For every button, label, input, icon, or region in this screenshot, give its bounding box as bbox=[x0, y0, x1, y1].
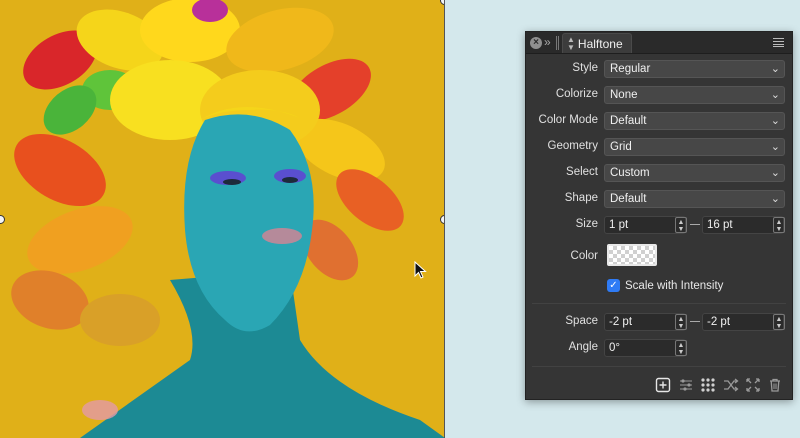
size-max-input[interactable]: 16 pt bbox=[702, 216, 784, 234]
color-mode-label: Color Mode bbox=[538, 114, 598, 126]
geometry-value: Grid bbox=[610, 141, 632, 153]
shape-label: Shape bbox=[564, 192, 598, 204]
space-x-input[interactable]: -2 pt bbox=[604, 313, 686, 331]
angle-label: Angle bbox=[568, 341, 598, 353]
select-value: Custom bbox=[610, 167, 650, 179]
size-min-stepper[interactable]: ▲ ▼ bbox=[675, 217, 687, 233]
select-row: Select Custom ⌄ bbox=[526, 164, 792, 182]
color-mode-dropdown[interactable]: Default ⌄ bbox=[604, 112, 785, 130]
size-min-value: 1 pt bbox=[609, 219, 629, 231]
scale-with-intensity-checkbox[interactable]: ✓ bbox=[607, 279, 620, 292]
chevron-down-icon: ⌄ bbox=[770, 63, 780, 75]
size-max-stepper[interactable]: ▲ ▼ bbox=[773, 217, 785, 233]
chevron-down-icon: ⌄ bbox=[770, 115, 780, 127]
collapse-icon[interactable]: » bbox=[544, 35, 551, 49]
geometry-dropdown[interactable]: Grid ⌄ bbox=[604, 138, 785, 156]
selection-handle-middle-right[interactable] bbox=[440, 215, 444, 224]
space-y-input[interactable]: -2 pt bbox=[702, 313, 784, 331]
style-label: Style bbox=[572, 62, 598, 74]
colorize-dropdown[interactable]: None ⌄ bbox=[604, 86, 785, 104]
select-label: Select bbox=[566, 166, 598, 178]
space-y-stepper[interactable]: ▲ ▼ bbox=[773, 314, 785, 330]
angle-row: Angle 0° ▲ ▼ bbox=[526, 339, 792, 357]
angle-stepper[interactable]: ▲ ▼ bbox=[675, 340, 687, 356]
chevron-down-icon: ⌄ bbox=[770, 89, 780, 101]
color-mode-value: Default bbox=[610, 115, 647, 127]
close-icon[interactable]: × bbox=[530, 37, 542, 49]
shape-value: Default bbox=[610, 193, 647, 205]
color-swatch[interactable] bbox=[607, 244, 657, 266]
tab-halftone-label: Halftone bbox=[577, 36, 623, 51]
chevron-down-icon: ⌄ bbox=[770, 141, 780, 153]
shape-row: Shape Default ⌄ bbox=[526, 190, 792, 208]
tab-reorder-icon: ▲ ▼ bbox=[567, 34, 575, 52]
sliders-icon[interactable] bbox=[678, 377, 694, 393]
expand-icon[interactable] bbox=[745, 377, 761, 393]
canvas-artwork[interactable] bbox=[0, 0, 445, 438]
angle-input[interactable]: 0° bbox=[604, 339, 686, 357]
grid-dots-icon[interactable] bbox=[700, 377, 716, 393]
scale-with-intensity-label: Scale with Intensity bbox=[625, 279, 724, 292]
halftone-panel: × » ▲ ▼ Halftone Style Regular ⌄ Colorize… bbox=[525, 31, 793, 400]
geometry-row: Geometry Grid ⌄ bbox=[526, 138, 792, 156]
geometry-label: Geometry bbox=[547, 140, 599, 152]
color-label: Color bbox=[570, 250, 598, 262]
add-icon[interactable] bbox=[655, 377, 671, 393]
drag-handle-icon[interactable] bbox=[556, 36, 559, 50]
space-row: Space -2 pt ▲ ▼ -2 pt ▲ ▼ bbox=[526, 313, 792, 331]
colorize-row: Colorize None ⌄ bbox=[526, 86, 792, 104]
colorize-value: None bbox=[610, 89, 638, 101]
range-dash bbox=[690, 224, 700, 225]
style-value: Regular bbox=[610, 63, 651, 75]
space-x-stepper[interactable]: ▲ ▼ bbox=[675, 314, 687, 330]
tab-halftone[interactable]: ▲ ▼ Halftone bbox=[562, 33, 632, 53]
portrait-image bbox=[11, 0, 444, 438]
divider bbox=[532, 303, 786, 304]
angle-value: 0° bbox=[609, 342, 620, 354]
style-dropdown[interactable]: Regular ⌄ bbox=[604, 60, 785, 78]
shuffle-icon[interactable] bbox=[723, 377, 739, 393]
colorize-label: Colorize bbox=[555, 88, 598, 100]
panel-header: × » ▲ ▼ Halftone bbox=[526, 32, 792, 54]
select-dropdown[interactable]: Custom ⌄ bbox=[604, 164, 785, 182]
space-x-value: -2 pt bbox=[609, 316, 633, 328]
scale-with-intensity-option[interactable]: ✓ Scale with Intensity bbox=[607, 279, 723, 292]
chevron-down-icon: ⌄ bbox=[770, 167, 780, 179]
style-row: Style Regular ⌄ bbox=[526, 60, 792, 78]
panel-footer-toolbar bbox=[526, 374, 792, 396]
chevron-down-icon: ⌄ bbox=[770, 193, 780, 205]
color-mode-row: Color Mode Default ⌄ bbox=[526, 112, 792, 130]
size-row: Size 1 pt ▲ ▼ 16 pt ▲ ▼ bbox=[526, 216, 792, 234]
range-dash bbox=[690, 321, 700, 322]
trash-icon[interactable] bbox=[767, 377, 783, 393]
arrow-cursor-icon bbox=[414, 261, 427, 279]
size-min-input[interactable]: 1 pt bbox=[604, 216, 686, 234]
space-y-value: -2 pt bbox=[707, 316, 731, 328]
space-label: Space bbox=[565, 315, 598, 327]
divider bbox=[532, 366, 786, 367]
shape-dropdown[interactable]: Default ⌄ bbox=[604, 190, 785, 208]
panel-menu-icon[interactable] bbox=[773, 38, 784, 47]
size-label: Size bbox=[575, 218, 598, 230]
size-max-value: 16 pt bbox=[707, 219, 733, 231]
